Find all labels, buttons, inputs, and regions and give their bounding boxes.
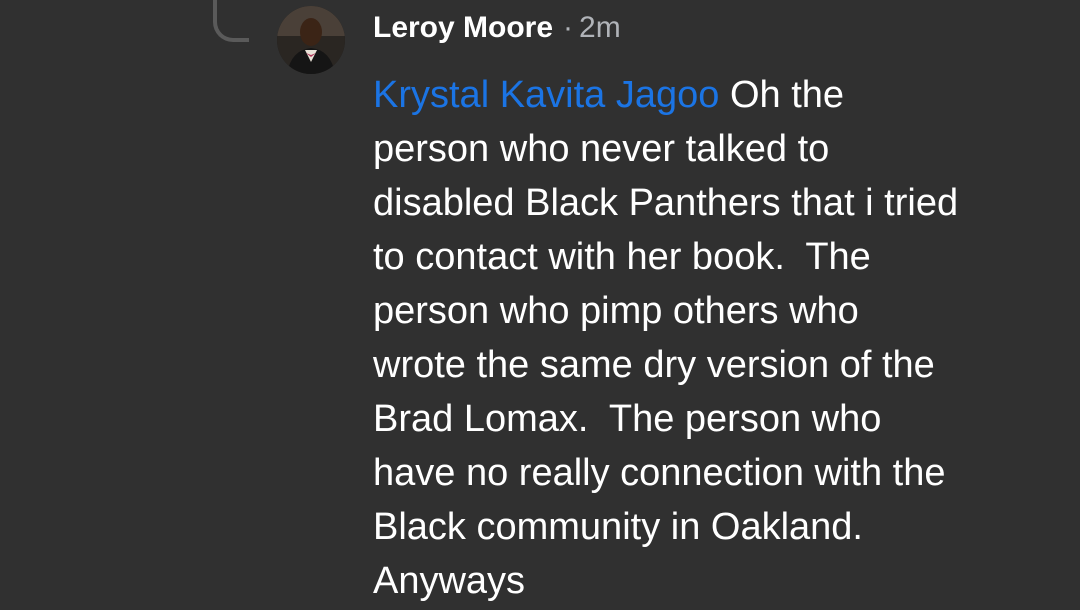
comment-text: Krystal Kavita Jagoo Oh the person who n… [373, 68, 1053, 608]
avatar[interactable] [277, 6, 345, 74]
comment-message: Oh the person who never talked to disabl… [373, 74, 959, 602]
author-name[interactable]: Leroy Moore [373, 11, 553, 45]
reply-thread-connector [213, 0, 249, 42]
profile-photo-icon [277, 6, 345, 74]
separator-dot: · [563, 11, 574, 44]
mention-link[interactable]: Krystal Kavita Jagoo [373, 74, 719, 116]
comment-header: Leroy Moore · 2m [373, 8, 621, 48]
comment-timestamp[interactable]: 2m [579, 11, 621, 45]
